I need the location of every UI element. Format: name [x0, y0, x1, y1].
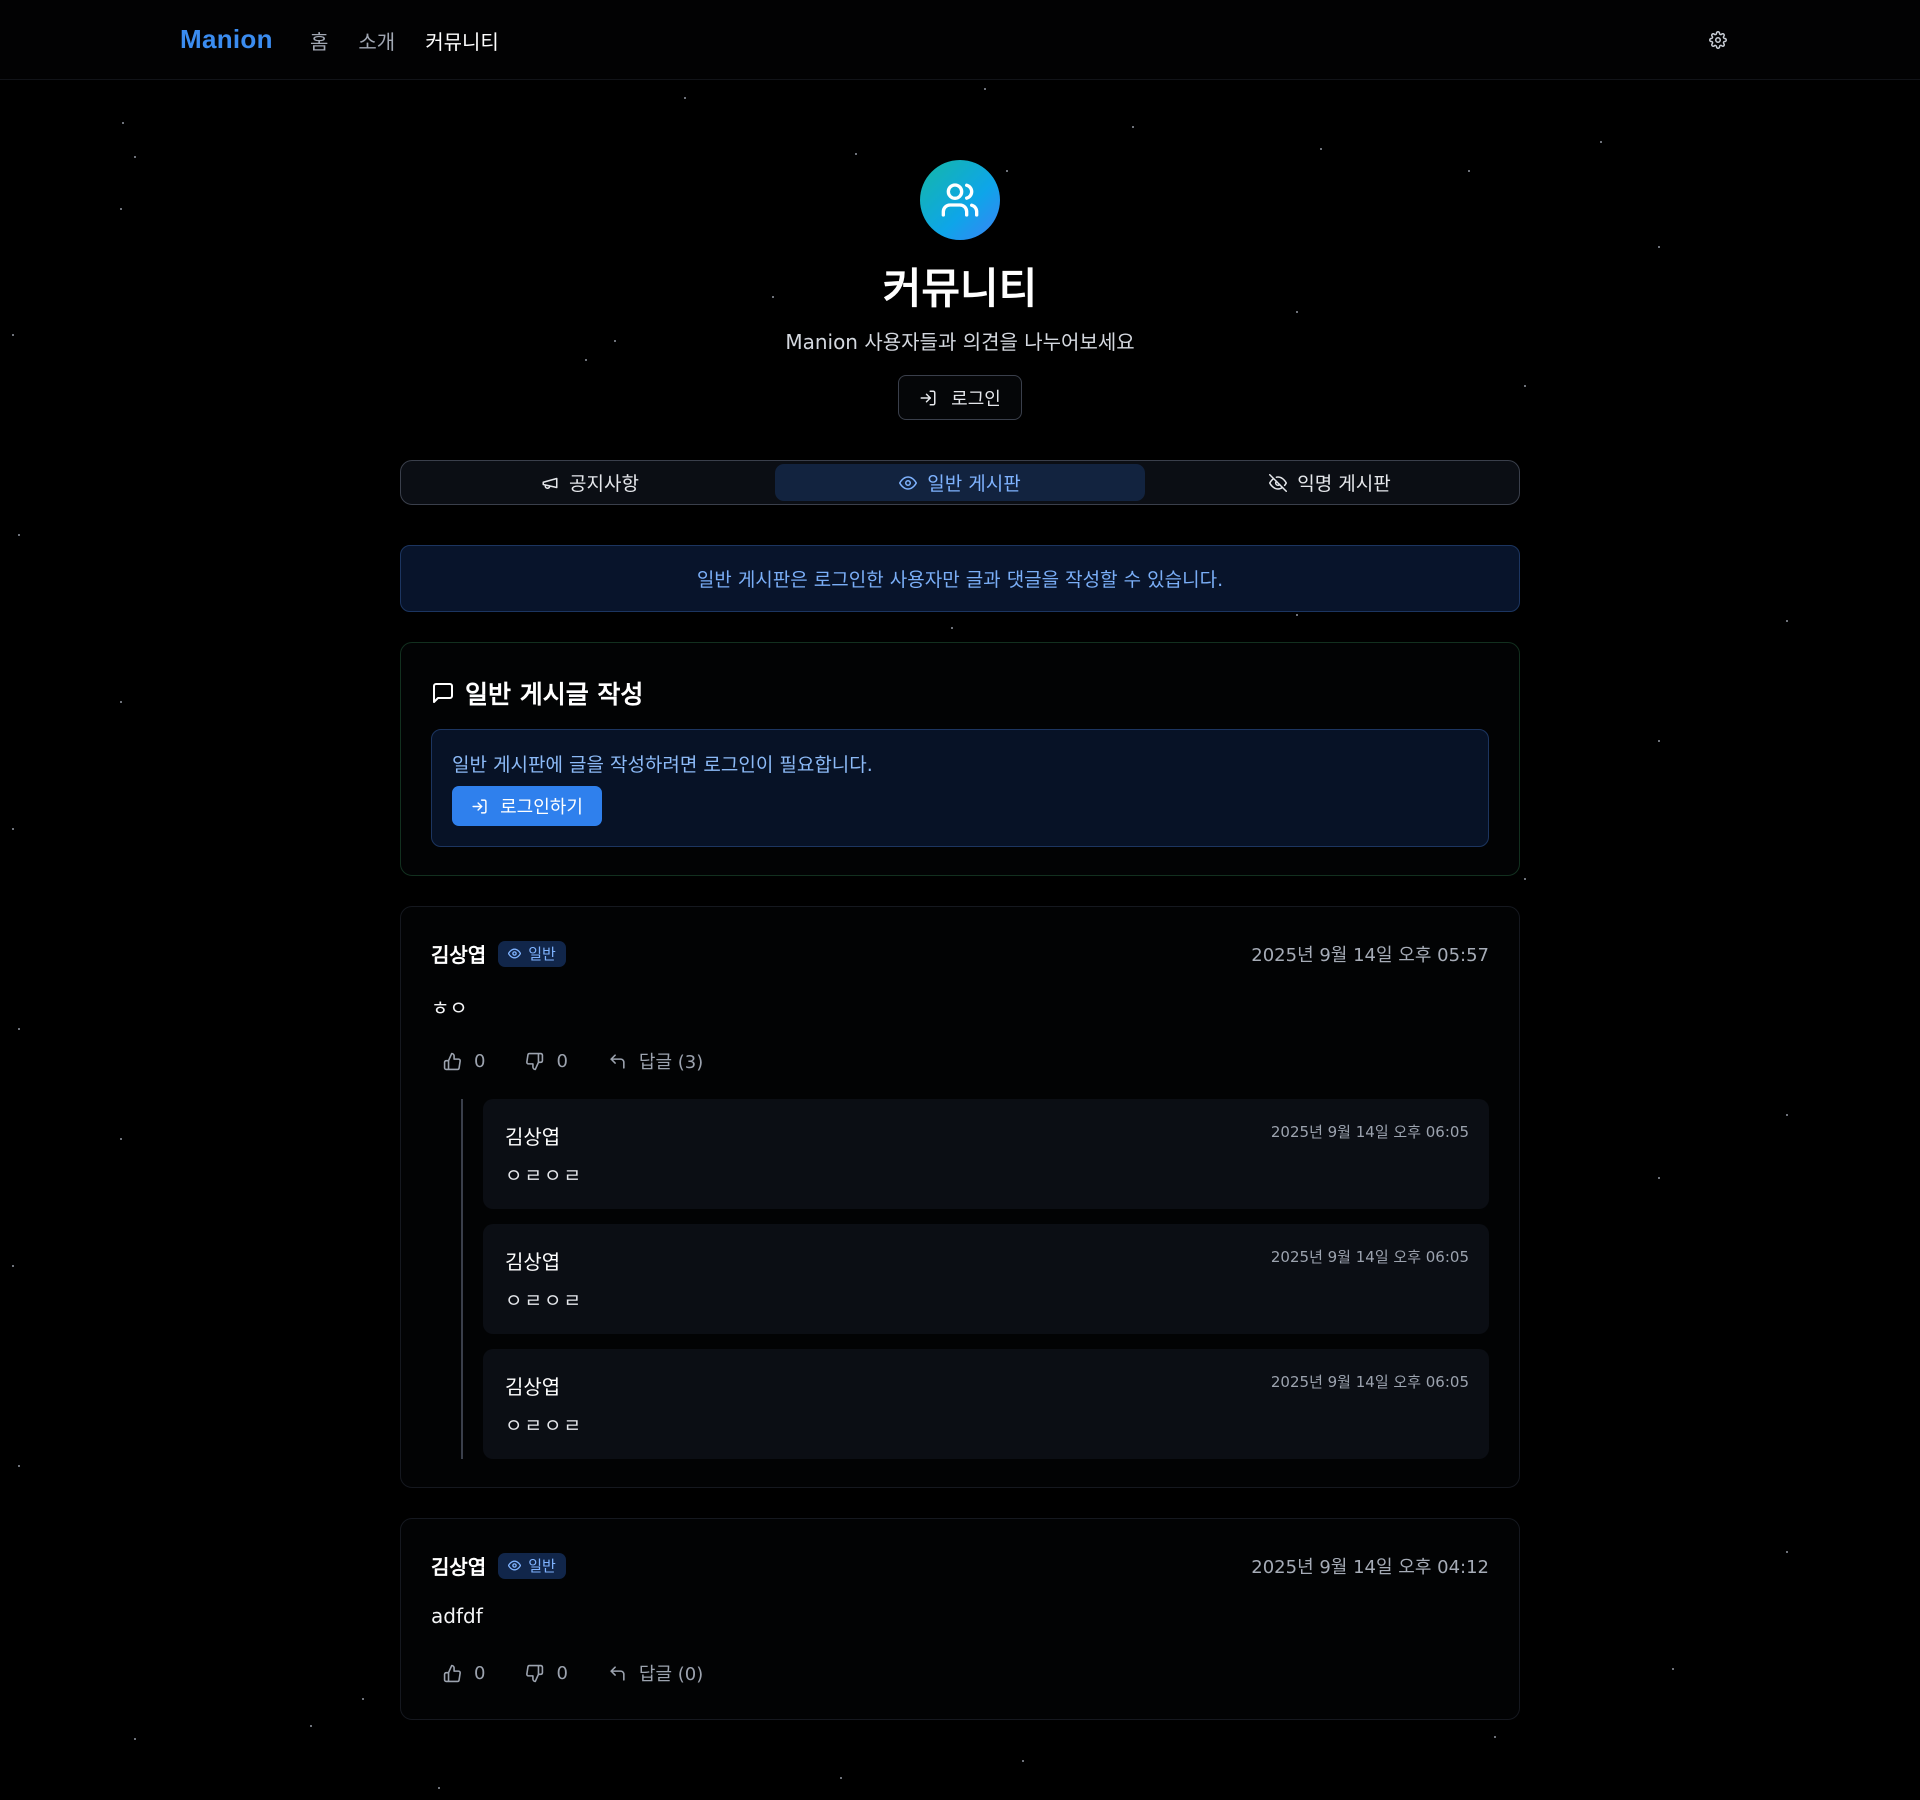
header-login-label: 로그인 — [951, 388, 1001, 410]
gear-icon — [1709, 31, 1727, 49]
settings-button[interactable] — [1706, 28, 1730, 52]
thumbs-up-icon — [443, 1052, 461, 1070]
login-required-box: 일반 게시판에 글을 작성하려면 로그인이 필요합니다. 로그인하기 — [431, 729, 1489, 847]
nav-link-about[interactable]: 소개 — [358, 26, 395, 55]
tab-notices[interactable]: 공지사항 — [405, 464, 775, 501]
reply-date: 2025년 9월 14일 오후 06:05 — [1270, 1123, 1469, 1141]
megaphone-icon — [542, 477, 558, 489]
community-hero-icon — [920, 160, 1000, 240]
reply-author[interactable]: 김상엽 — [505, 1371, 560, 1400]
reply-button[interactable]: 답글 (3) — [608, 1048, 703, 1074]
post-card: 김상엽 일반 2025년 9월 14일 오후 04:12 adfdf 0 0 답… — [400, 1518, 1520, 1720]
write-login-button[interactable]: 로그인하기 — [452, 786, 602, 826]
post-actions: 0 0 답글 (0) — [443, 1660, 703, 1686]
post-date: 2025년 9월 14일 오후 04:12 — [1251, 1557, 1489, 1578]
board-badge-label: 일반 — [528, 1557, 556, 1575]
reply-count-label: 답글 (3) — [638, 1052, 704, 1073]
post-author[interactable]: 김상엽 — [431, 939, 486, 968]
nav-link-community[interactable]: 커뮤니티 — [425, 26, 499, 55]
thumbs-down-icon — [526, 1052, 544, 1070]
reply-content: ㅇㄹㅇㄹ — [505, 1415, 583, 1437]
reply-icon — [610, 1053, 625, 1069]
post-author[interactable]: 김상엽 — [431, 1551, 486, 1580]
reply-item: 김상엽 2025년 9월 14일 오후 06:05 ㅇㄹㅇㄹ — [483, 1224, 1489, 1334]
reply-content: ㅇㄹㅇㄹ — [505, 1290, 583, 1312]
log-in-icon — [920, 390, 936, 405]
page-title: 커뮤니티 — [882, 264, 1038, 313]
post-actions: 0 0 답글 (3) — [443, 1048, 703, 1074]
post-content: ㅎㅇ — [431, 996, 468, 1020]
brand-logo[interactable]: Manion — [180, 24, 273, 55]
dislike-button[interactable]: 0 — [525, 1662, 568, 1684]
board-tabs: 공지사항 일반 게시판 익명 게시판 — [400, 460, 1520, 505]
eye-icon — [508, 948, 522, 959]
login-required-message: 일반 게시판에 글을 작성하려면 로그인이 필요합니다. — [452, 754, 873, 776]
reply-button[interactable]: 답글 (0) — [608, 1660, 703, 1686]
top-navbar: Manion 홈 소개 커뮤니티 — [0, 0, 1920, 80]
reply-content: ㅇㄹㅇㄹ — [505, 1165, 583, 1187]
reply-count-label: 답글 (0) — [638, 1664, 704, 1685]
dislike-count: 0 — [556, 1662, 568, 1684]
eye-icon — [508, 1560, 522, 1571]
eye-off-icon — [1269, 473, 1288, 492]
like-count: 0 — [474, 1662, 486, 1684]
board-notice: 일반 게시판은 로그인한 사용자만 글과 댓글을 작성할 수 있습니다. — [400, 545, 1520, 612]
reply-date: 2025년 9월 14일 오후 06:05 — [1270, 1373, 1469, 1391]
reply-item: 김상엽 2025년 9월 14일 오후 06:05 ㅇㄹㅇㄹ — [483, 1099, 1489, 1209]
page-subtitle: Manion 사용자들과 의견을 나누어보세요 — [785, 330, 1135, 354]
header-login-button[interactable]: 로그인 — [898, 375, 1022, 420]
tab-general[interactable]: 일반 게시판 — [775, 464, 1145, 501]
dislike-count: 0 — [556, 1050, 568, 1072]
like-button[interactable]: 0 — [443, 1051, 485, 1072]
write-post-card: 일반 게시글 작성 일반 게시판에 글을 작성하려면 로그인이 필요합니다. 로… — [400, 642, 1520, 876]
tab-anonymous[interactable]: 익명 게시판 — [1145, 464, 1515, 501]
reply-date: 2025년 9월 14일 오후 06:05 — [1270, 1248, 1469, 1266]
nav-link-home[interactable]: 홈 — [310, 26, 328, 55]
board-badge: 일반 — [498, 1552, 566, 1579]
board-badge: 일반 — [498, 940, 566, 967]
thumbs-down-icon — [526, 1664, 544, 1682]
tab-notices-label: 공지사항 — [569, 473, 639, 495]
tab-anonymous-label: 익명 게시판 — [1297, 473, 1391, 495]
dislike-button[interactable]: 0 — [525, 1050, 568, 1072]
log-in-icon — [472, 798, 487, 814]
reply-author[interactable]: 김상엽 — [505, 1121, 560, 1150]
post-card: 김상엽 일반 2025년 9월 14일 오후 05:57 ㅎㅇ 0 0 답글 (… — [400, 906, 1520, 1488]
reply-item: 김상엽 2025년 9월 14일 오후 06:05 ㅇㄹㅇㄹ — [483, 1349, 1489, 1459]
reply-icon — [610, 1665, 625, 1681]
write-post-title: 일반 게시글 작성 — [465, 680, 644, 709]
like-count: 0 — [474, 1050, 486, 1072]
post-content: adfdf — [431, 1604, 483, 1628]
message-square-icon — [433, 683, 453, 703]
reply-author[interactable]: 김상엽 — [505, 1246, 560, 1275]
nav-links: 홈 소개 커뮤니티 — [310, 26, 499, 55]
post-author-row: 김상엽 일반 — [431, 1551, 566, 1580]
users-icon — [941, 183, 979, 217]
post-date: 2025년 9월 14일 오후 05:57 — [1251, 945, 1489, 966]
write-login-label: 로그인하기 — [500, 797, 583, 818]
write-post-heading: 일반 게시글 작성 — [431, 675, 643, 711]
tab-general-label: 일반 게시판 — [927, 473, 1021, 495]
thumbs-up-icon — [443, 1664, 461, 1682]
eye-icon — [899, 475, 918, 490]
post-author-row: 김상엽 일반 — [431, 939, 566, 968]
like-button[interactable]: 0 — [443, 1663, 485, 1684]
board-badge-label: 일반 — [528, 945, 556, 963]
reply-thread: 김상엽 2025년 9월 14일 오후 06:05 ㅇㄹㅇㄹ 김상엽 2025년… — [461, 1099, 1489, 1459]
